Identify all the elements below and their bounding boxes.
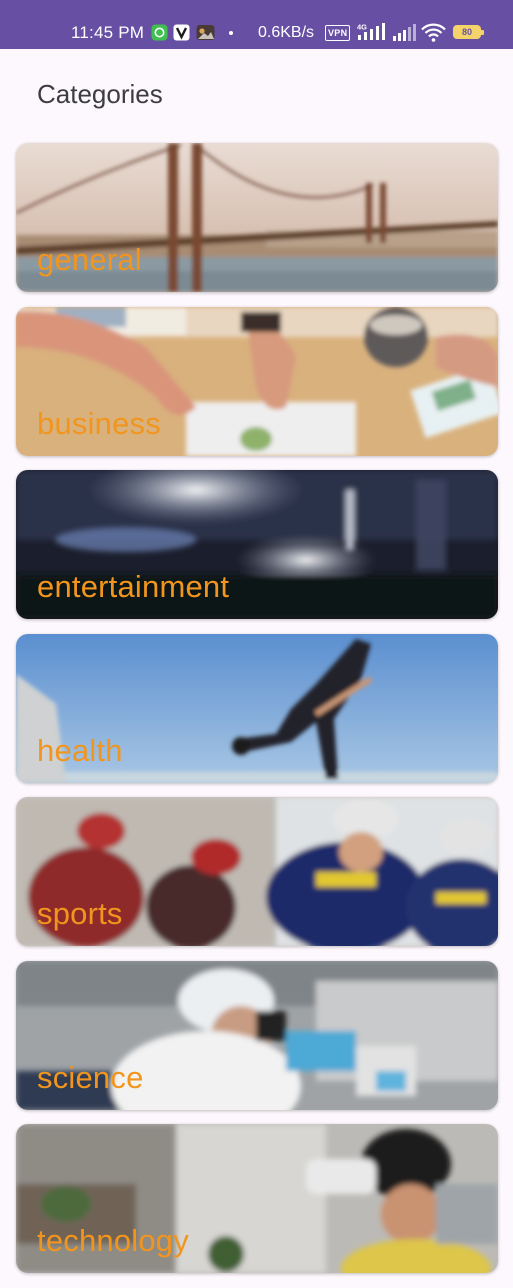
vpn-icon: VPN	[325, 25, 351, 41]
battery-level: 80	[461, 27, 472, 37]
category-label: health	[37, 732, 123, 768]
signal-4g-icon: 4G	[357, 23, 385, 40]
category-label: science	[37, 1059, 144, 1095]
battery-icon: 80	[453, 25, 484, 39]
photo-app-icon	[196, 25, 215, 40]
status-bar: 11:45 PM 0.6KB/s VPN 4G 80	[0, 0, 513, 49]
chat-notification-icon	[151, 24, 168, 41]
v-app-icon	[173, 24, 190, 41]
status-time: 11:45 PM	[71, 23, 145, 42]
category-card-business[interactable]: business	[16, 306, 498, 456]
svg-text:4G: 4G	[357, 23, 367, 32]
category-label: technology	[37, 1223, 189, 1258]
category-label: sports	[37, 896, 123, 931]
wifi-icon	[421, 23, 446, 42]
page-title: Categories	[37, 79, 163, 109]
category-label: business	[37, 405, 161, 441]
category-card-technology[interactable]: technology	[16, 1124, 498, 1273]
category-card-entertainment[interactable]: entertainment	[16, 470, 498, 619]
category-card-health[interactable]: health	[16, 633, 498, 783]
category-list: general business entertainment health sp…	[16, 143, 498, 1288]
category-label: entertainment	[37, 569, 230, 604]
signal-icon	[393, 24, 416, 41]
category-card-sports[interactable]: sports	[16, 797, 498, 946]
notification-dot	[229, 31, 233, 35]
category-card-science[interactable]: science	[16, 960, 498, 1110]
category-label: general	[37, 242, 142, 277]
category-card-general[interactable]: general	[16, 143, 498, 292]
network-speed: 0.6KB/s	[258, 24, 315, 41]
